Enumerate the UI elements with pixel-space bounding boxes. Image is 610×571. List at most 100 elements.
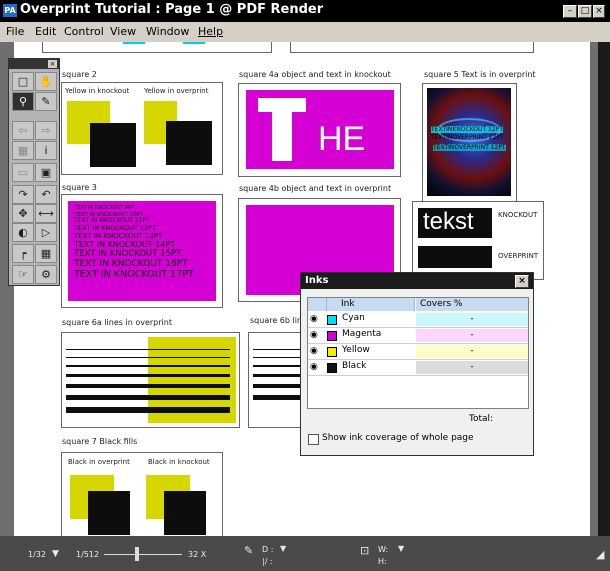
- menu-edit[interactable]: Edit: [35, 25, 56, 38]
- play-icon[interactable]: ▷: [35, 223, 57, 242]
- rotate-icon[interactable]: ↶: [35, 185, 57, 204]
- knockout-line: TEXT IN KNOCKOUT 13PT: [74, 232, 163, 241]
- inks-table: Ink Covers % ◉ Cyan - ◉ Magenta - ◉ Yell…: [307, 297, 529, 409]
- line: [66, 395, 230, 400]
- resize-icon[interactable]: ◢: [596, 548, 604, 561]
- vertical-scrollbar[interactable]: [598, 42, 610, 536]
- inks-panel-titlebar[interactable]: Inks ×: [301, 273, 533, 289]
- coverage-checkbox-label[interactable]: Show ink coverage of whole page: [322, 433, 474, 443]
- arrow-right-icon[interactable]: ⇨: [35, 121, 57, 140]
- dimension-icon: ⊡: [360, 544, 370, 557]
- zoom-slider-handle[interactable]: [135, 547, 139, 561]
- label-square-7: square 7 Black fills: [62, 437, 138, 446]
- square-5-box: TEXTINKNOCKOUT 12PT TEXTINOVERPRINT 12PT…: [422, 83, 517, 202]
- coverage-checkbox[interactable]: [308, 434, 319, 445]
- black-square: [166, 121, 212, 165]
- hand-icon[interactable]: ✋: [35, 72, 57, 91]
- line: [66, 384, 230, 388]
- menu-view[interactable]: View: [110, 25, 136, 38]
- zoom-icon[interactable]: ⚲: [12, 92, 34, 111]
- tekst-box: tekst KNOCKOUT OVERPRINT: [412, 201, 544, 280]
- knockout-text-list: TEXT IN KNOCKOUT 9PT TEXT IN KNOCKOUT 10…: [74, 205, 194, 281]
- info-icon[interactable]: i: [35, 141, 57, 160]
- knockout-line: TEXT IN KNOCKOUT 15PT: [74, 248, 182, 259]
- ink-row-cyan[interactable]: ◉ Cyan -: [308, 312, 528, 328]
- tekst-text: tekst: [423, 208, 474, 235]
- close-icon[interactable]: ×: [515, 275, 529, 288]
- square-4a-box: HE: [238, 83, 401, 177]
- zoom-ratio-label: 1/512: [76, 550, 100, 559]
- zoom-max-label: 32 X: [188, 550, 207, 559]
- ink-row-yellow[interactable]: ◉ Yellow -: [308, 344, 528, 360]
- eye-icon[interactable]: ◉: [310, 330, 320, 340]
- knockout-line: TEXT IN KNOCKOUT 12PT: [74, 223, 157, 232]
- label-yellow-overprint: Yellow in overprint: [144, 87, 209, 95]
- ink-row-black[interactable]: ◉ Black -: [308, 360, 528, 376]
- label-black-knockout: Black in knockout: [148, 458, 210, 466]
- label-square-5: square 5 Text is in overprint: [424, 70, 536, 79]
- col-visibility-header: [308, 298, 327, 311]
- label-overprint: OVERPRINT: [498, 252, 539, 260]
- window-title: Overprint Tutorial : Page 1 @ PDF Render: [20, 2, 324, 17]
- label-square-4b: square 4b object and text in overprint: [239, 184, 392, 193]
- coverage-value: -: [416, 313, 528, 326]
- menu-window[interactable]: Window: [146, 25, 189, 38]
- ruler-icon[interactable]: ┍: [12, 244, 34, 263]
- close-icon[interactable]: ×: [593, 5, 605, 18]
- move-horizontal-icon[interactable]: ⟷: [35, 204, 57, 223]
- menu-file[interactable]: File: [6, 25, 24, 38]
- black-rect: [418, 246, 492, 268]
- zoom-min-label: 1/32: [28, 550, 46, 559]
- w-dropdown-icon[interactable]: ▼: [398, 544, 404, 553]
- top-box-right: [290, 42, 534, 53]
- maximize-icon[interactable]: □: [578, 5, 592, 18]
- label-square-6b: square 6b lin: [250, 316, 303, 325]
- crop-icon[interactable]: ▦: [12, 141, 34, 160]
- arrow-left-icon[interactable]: ⇦: [12, 121, 34, 140]
- square-6a-box: [61, 332, 240, 428]
- cyan-strip: [183, 42, 205, 44]
- col-ink-header[interactable]: Ink: [327, 298, 415, 311]
- cyan-strip: [123, 42, 145, 44]
- tool-palette: × □ ✋ ⚲ ✎ ⇦ ⇨ ▦ i ▭ ▣ ↷ ↶ ✥ ⟷ ◐ ▷ ┍ ▦ ☞ …: [8, 58, 60, 286]
- d-dropdown-icon[interactable]: ▼: [280, 544, 286, 553]
- ink-row-magenta[interactable]: ◉ Magenta -: [308, 328, 528, 344]
- close-icon[interactable]: ×: [48, 60, 57, 68]
- menu-control[interactable]: Control: [64, 25, 104, 38]
- marquee-select-icon[interactable]: □: [12, 72, 34, 91]
- minimize-icon[interactable]: –: [563, 5, 577, 18]
- flip-icon[interactable]: ↷: [12, 185, 34, 204]
- label-square-4a: square 4a object and text in knockout: [239, 70, 391, 79]
- square-2-box: Yellow in knockout Yellow in overprint: [61, 82, 223, 175]
- zoom-slider-track[interactable]: [104, 554, 182, 555]
- label-square-3: square 3: [62, 183, 97, 192]
- black-square: [88, 491, 130, 535]
- eye-icon[interactable]: ◉: [310, 362, 320, 372]
- black-swatch: [327, 363, 337, 373]
- eyedropper-icon[interactable]: ✎: [35, 92, 57, 111]
- tool-palette-header[interactable]: ×: [9, 59, 59, 69]
- letter-t-bar: [258, 98, 306, 112]
- text-he: HE: [318, 120, 366, 158]
- fill-icon[interactable]: ◐: [12, 223, 34, 242]
- eye-icon[interactable]: ◉: [310, 314, 320, 324]
- measure-icon[interactable]: ⚙: [35, 265, 57, 284]
- photo-text-1: TEXTINKNOCKOUT 12PT: [431, 126, 503, 133]
- layer-icon[interactable]: ▭: [12, 163, 34, 182]
- coverage-value: -: [416, 361, 528, 374]
- photo-text-2: TEXTINOVERPRINT 12PT: [431, 134, 504, 141]
- measure-icon: ✎: [244, 544, 254, 557]
- eye-icon[interactable]: ◉: [310, 346, 320, 356]
- zoom-dropdown-icon[interactable]: ▼: [52, 549, 59, 559]
- menu-bar: File Edit Control View Window Help: [0, 22, 610, 43]
- label-square-2: square 2: [62, 70, 97, 79]
- line: [66, 349, 230, 350]
- cyan-swatch: [327, 315, 337, 325]
- view-icon[interactable]: ▣: [35, 163, 57, 182]
- grid-icon[interactable]: ▦: [35, 244, 57, 263]
- menu-help[interactable]: Help: [198, 25, 223, 38]
- col-covers-header[interactable]: Covers %: [416, 298, 528, 311]
- move-vertical-icon[interactable]: ✥: [12, 204, 34, 223]
- app-icon: PA: [3, 4, 17, 17]
- pan-icon[interactable]: ☞: [12, 265, 34, 284]
